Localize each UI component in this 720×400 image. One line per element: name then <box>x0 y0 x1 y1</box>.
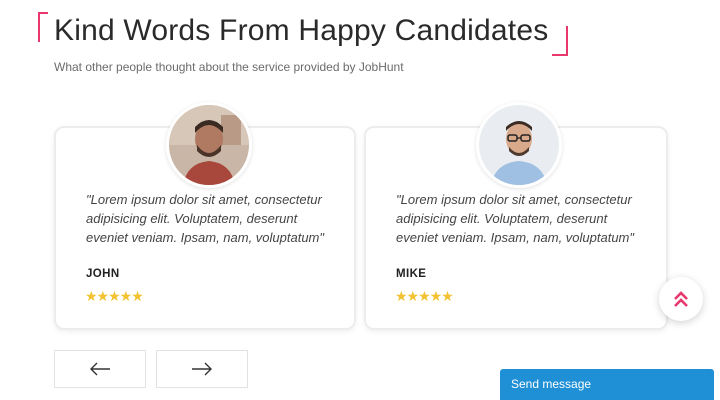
testimonial-quote: "Lorem ipsum dolor sit amet, consectetur… <box>396 192 635 245</box>
scroll-to-top-button[interactable] <box>659 277 703 321</box>
avatar <box>166 102 252 188</box>
send-message-button[interactable]: Send message <box>500 369 714 400</box>
prev-button[interactable] <box>54 350 146 388</box>
avatar-photo-mike <box>479 105 559 185</box>
star-rating: ★★★★★ <box>85 288 144 304</box>
testimonial-quote: "Lorem ipsum dolor sit amet, consectetur… <box>86 192 325 245</box>
title-block: Kind Words From Happy Candidates <box>38 12 568 56</box>
bracket-top-left <box>38 12 48 42</box>
page-title: Kind Words From Happy Candidates <box>54 14 549 47</box>
testimonial-name: JOHN <box>86 268 120 280</box>
star-rating: ★★★★★ <box>395 288 454 304</box>
avatar-photo-john <box>169 105 249 185</box>
testimonial-card: "Lorem ipsum dolor sit amet, consectetur… <box>364 102 668 330</box>
testimonial-card: "Lorem ipsum dolor sit amet, consectetur… <box>54 102 356 330</box>
page-subtitle: What other people thought about the serv… <box>54 60 404 74</box>
testimonials-section: Kind Words From Happy Candidates What ot… <box>0 0 720 400</box>
testimonial-name: MIKE <box>396 268 427 280</box>
double-chevron-up-icon <box>674 291 688 307</box>
next-button[interactable] <box>156 350 248 388</box>
arrow-right-icon <box>192 362 212 376</box>
bracket-bottom-right <box>552 26 568 56</box>
arrow-left-icon <box>90 362 110 376</box>
avatar <box>476 102 562 188</box>
